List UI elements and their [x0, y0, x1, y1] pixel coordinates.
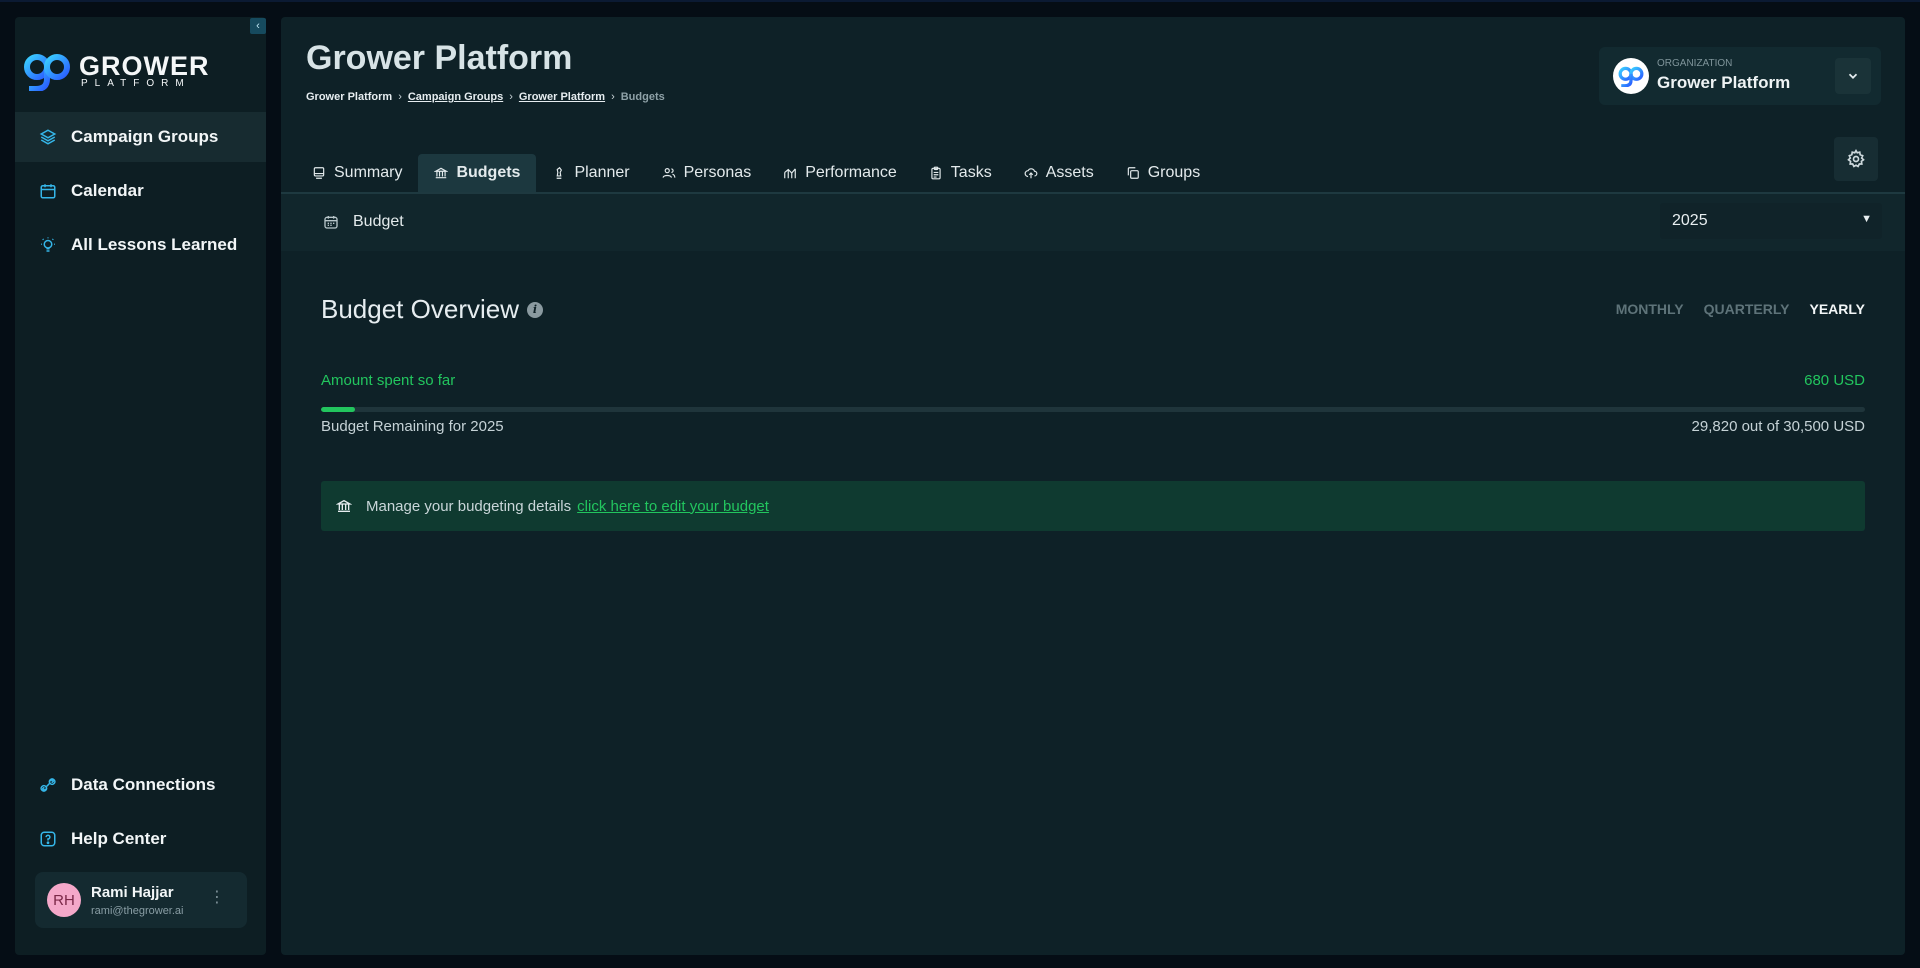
user-email: rami@thegrower.ai	[91, 904, 184, 917]
budget-overview-heading: Budget Overview i	[321, 294, 543, 325]
layers-icon	[39, 128, 57, 146]
bank-icon	[434, 167, 449, 179]
app-window: GROWER PLATFORM Campaign Groups Calendar…	[0, 0, 1920, 968]
tab-label: Planner	[574, 164, 630, 181]
sidebar-item-label: Help Center	[71, 829, 167, 848]
chess-icon	[557, 166, 563, 179]
organization-label: ORGANIZATION	[1657, 58, 1733, 69]
gear-icon	[1847, 149, 1865, 168]
tab-planner[interactable]: Planner	[536, 154, 645, 192]
edit-budget-link[interactable]: click here to edit your budget	[577, 498, 769, 515]
calendar-icon	[324, 216, 338, 229]
sidebar: GROWER PLATFORM Campaign Groups Calendar…	[15, 17, 266, 955]
grower-logo-icon	[24, 54, 70, 91]
breadcrumb-item-root: Grower Platform	[306, 91, 393, 103]
budget-overview-title: Budget Overview	[321, 294, 519, 324]
tab-bar: Summary Budgets Planner Personas Perform…	[296, 154, 1216, 194]
sidebar-item-calendar[interactable]: Calendar	[15, 166, 266, 216]
tab-summary[interactable]: Summary	[296, 154, 418, 192]
logo-word: GROWER	[79, 51, 210, 81]
page-title: Grower Platform	[306, 39, 573, 77]
tab-budgets[interactable]: Budgets	[418, 154, 537, 192]
sidebar-item-help-center[interactable]: Help Center	[15, 814, 266, 864]
users-icon	[662, 168, 676, 178]
clipboard-icon	[931, 166, 941, 180]
breadcrumb-link-grower-platform[interactable]: Grower Platform	[519, 91, 605, 103]
budget-toolbar: Budget 2025 ▼	[281, 194, 1905, 251]
sidebar-item-campaign-groups[interactable]: Campaign Groups	[15, 112, 266, 162]
sidebar-item-label: Data Connections	[71, 775, 216, 794]
budget-remaining-label: Budget Remaining for 2025	[321, 418, 504, 435]
info-icon[interactable]: i	[526, 301, 543, 318]
budget-progress-bar	[321, 407, 1865, 412]
tab-label: Budgets	[456, 164, 521, 181]
organization-logo-icon	[1613, 58, 1649, 94]
amount-spent-value: 680 USD	[1804, 372, 1865, 389]
budget-progress-fill	[321, 407, 355, 412]
caret-down-icon: ▼	[1861, 213, 1872, 225]
lightbulb-icon	[39, 236, 57, 254]
budget-label: Budget	[353, 213, 404, 230]
tab-label: Summary	[334, 164, 403, 181]
upload-cloud-icon	[1024, 168, 1038, 179]
amount-spent-label: Amount spent so far	[321, 372, 456, 389]
tab-label: Assets	[1045, 164, 1094, 181]
tab-assets[interactable]: Assets	[1008, 154, 1110, 192]
manage-budget-text: Manage your budgeting details	[366, 497, 572, 515]
bank-icon	[336, 499, 352, 512]
manage-budget-banner: Manage your budgeting details click here…	[321, 481, 1865, 531]
breadcrumb-separator: ›	[398, 91, 402, 103]
organization-selector[interactable]: ORGANIZATION Grower Platform	[1599, 47, 1881, 105]
chart-icon	[784, 168, 797, 179]
tab-personas[interactable]: Personas	[646, 154, 768, 192]
summary-icon	[313, 167, 325, 179]
user-name: Rami Hajjar	[91, 883, 174, 901]
logo-sub: PLATFORM	[81, 78, 191, 89]
sidebar-item-label: All Lessons Learned	[71, 235, 238, 254]
tab-performance[interactable]: Performance	[767, 154, 913, 192]
settings-button[interactable]	[1834, 137, 1878, 181]
sidebar-item-data-connections[interactable]: Data Connections	[15, 760, 266, 810]
chevron-down-icon[interactable]	[1835, 58, 1871, 94]
breadcrumb-separator: ›	[611, 91, 615, 103]
user-card[interactable]: RH Rami Hajjar rami@thegrower.ai ⋮	[35, 872, 247, 928]
sidebar-item-label: Campaign Groups	[71, 127, 219, 146]
sidebar-item-all-lessons-learned[interactable]: All Lessons Learned	[15, 220, 266, 270]
tab-label: Groups	[1147, 164, 1201, 181]
breadcrumb: Grower Platform › Campaign Groups › Grow…	[306, 91, 665, 103]
period-toggle: MONTHLY QUARTERLY YEARLY	[1616, 301, 1865, 317]
year-select-value: 2025	[1672, 212, 1708, 229]
period-option-quarterly[interactable]: QUARTERLY	[1704, 301, 1790, 317]
period-option-monthly[interactable]: MONTHLY	[1616, 301, 1684, 317]
tab-tasks[interactable]: Tasks	[913, 154, 1008, 192]
more-vertical-icon[interactable]: ⋮	[209, 890, 225, 906]
tab-label: Tasks	[950, 164, 992, 181]
main-panel: Grower Platform Grower Platform › Campai…	[281, 17, 1905, 955]
tab-groups[interactable]: Groups	[1110, 154, 1216, 192]
chevron-left-icon[interactable]: ‹	[250, 18, 266, 34]
logo[interactable]: GROWER PLATFORM	[23, 51, 210, 91]
breadcrumb-current: Budgets	[620, 91, 665, 103]
budget-remaining-value: 29,820 out of 30,500 USD	[1691, 418, 1865, 435]
calendar-icon	[39, 182, 57, 200]
help-icon	[39, 830, 57, 848]
tab-label: Performance	[805, 164, 897, 181]
breadcrumb-link-campaign-groups[interactable]: Campaign Groups	[408, 91, 503, 103]
avatar: RH	[47, 883, 81, 917]
organization-name: Grower Platform	[1657, 73, 1791, 92]
link-icon	[39, 776, 57, 794]
copy-icon	[1127, 167, 1139, 179]
period-option-yearly[interactable]: YEARLY	[1809, 301, 1865, 317]
tab-label: Personas	[683, 164, 752, 181]
breadcrumb-separator: ›	[509, 91, 513, 103]
sidebar-item-label: Calendar	[71, 181, 144, 200]
year-select[interactable]: 2025 ▼	[1660, 203, 1882, 239]
